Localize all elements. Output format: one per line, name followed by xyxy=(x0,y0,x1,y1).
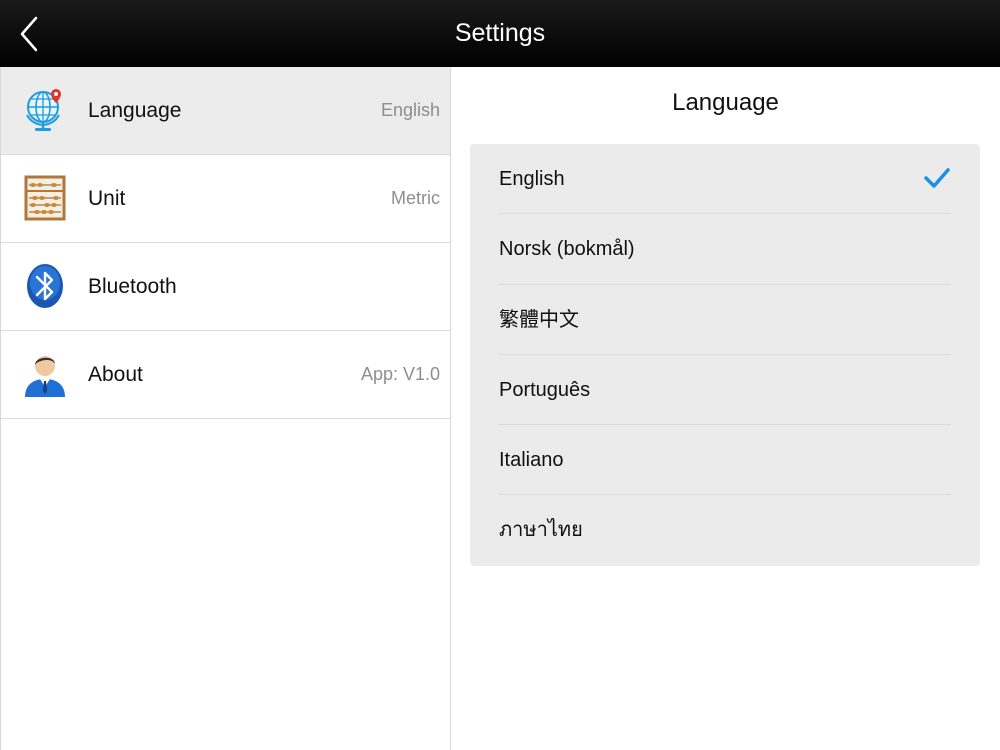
sidebar-item-value: App: V1.0 xyxy=(360,364,440,384)
checkmark-icon xyxy=(924,168,950,188)
language-option-english[interactable]: English xyxy=(499,144,951,215)
language-option-italian[interactable]: Italiano xyxy=(499,425,951,496)
sidebar-item-value: Metric xyxy=(391,188,440,208)
language-option-traditional-chinese[interactable]: 繁體中文 xyxy=(499,285,951,355)
abacus-icon xyxy=(24,175,66,221)
sidebar-item-about[interactable]: About App: V1.0 xyxy=(1,331,450,419)
language-label: 繁體中文 xyxy=(499,308,579,331)
language-label: ภาษาไทย xyxy=(499,519,583,542)
language-label: Português xyxy=(499,378,591,401)
sidebar-item-label: Unit xyxy=(88,187,126,210)
language-option-thai[interactable]: ภาษาไทย xyxy=(499,495,951,565)
language-option-portuguese[interactable]: Português xyxy=(499,355,951,426)
detail-title: Language xyxy=(672,89,779,116)
sidebar-item-language[interactable]: Language English xyxy=(1,67,450,155)
bluetooth-icon xyxy=(27,264,63,308)
user-icon xyxy=(25,356,65,397)
top-navigation-bar: Settings xyxy=(0,0,1000,67)
globe-icon xyxy=(26,89,61,131)
language-detail-panel: Language English Norsk (bokmål) 繁體中文 Por… xyxy=(451,67,1000,750)
language-label: English xyxy=(499,168,565,190)
sidebar-item-bluetooth[interactable]: Bluetooth xyxy=(1,243,450,331)
settings-sidebar: Language English Unit Metric Bluetooth A… xyxy=(0,67,451,750)
language-option-norsk[interactable]: Norsk (bokmål) xyxy=(499,214,951,285)
sidebar-item-label: About xyxy=(88,363,143,386)
sidebar-item-label: Language xyxy=(88,99,182,122)
language-list: English Norsk (bokmål) 繁體中文 Português It… xyxy=(470,144,980,566)
language-label: Italiano xyxy=(499,449,564,472)
page-title: Settings xyxy=(454,19,546,47)
chevron-left-icon xyxy=(20,16,38,52)
back-button[interactable] xyxy=(14,14,50,54)
sidebar-item-value: English xyxy=(380,100,440,120)
sidebar-item-label: Bluetooth xyxy=(88,275,177,298)
language-label: Norsk (bokmål) xyxy=(499,238,635,261)
sidebar-item-unit[interactable]: Unit Metric xyxy=(1,155,450,243)
